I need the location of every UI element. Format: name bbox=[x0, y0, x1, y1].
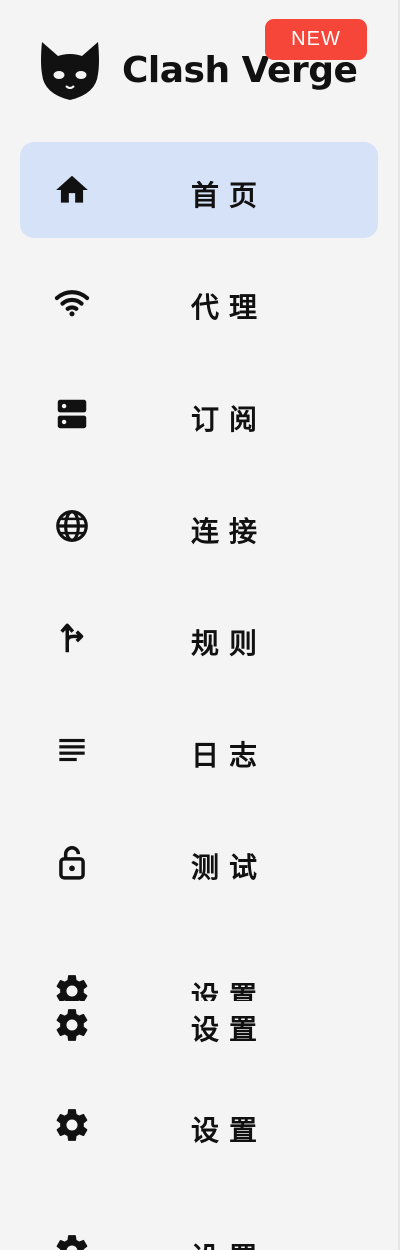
nav-item-proxies[interactable]: 代理 bbox=[20, 254, 378, 350]
globe-icon bbox=[53, 507, 91, 545]
nav-item-connections[interactable]: 连接 bbox=[20, 478, 378, 574]
nav-item-home[interactable]: 首页 bbox=[20, 142, 378, 238]
server-icon bbox=[53, 395, 91, 433]
nav-label-home: 首页 bbox=[191, 179, 268, 212]
nav-label-proxies: 代理 bbox=[191, 291, 268, 324]
nav-item-test[interactable]: 测试 bbox=[20, 814, 378, 910]
nav-item-rules[interactable]: 规则 bbox=[20, 590, 378, 686]
gear-icon bbox=[53, 1106, 91, 1144]
gear-icon bbox=[53, 1232, 91, 1250]
cat-logo-icon bbox=[38, 40, 102, 102]
nav-label-logs: 日志 bbox=[191, 739, 268, 772]
nav-item-logs[interactable]: 日志 bbox=[20, 702, 378, 798]
gear-icon bbox=[53, 1006, 91, 1044]
fork-arrow-icon bbox=[53, 619, 91, 657]
unlock-icon bbox=[53, 843, 91, 881]
nav-item-settings-bottom: 设置 bbox=[20, 1218, 378, 1250]
nav-label-connections: 连接 bbox=[191, 515, 268, 548]
nav-item-settings-transition[interactable]: 设置 bbox=[20, 978, 378, 1058]
nav-label-profiles: 订阅 bbox=[191, 403, 268, 436]
nav-label-rules: 规则 bbox=[191, 627, 268, 660]
nav-item-settings[interactable]: 设置 bbox=[20, 1077, 378, 1173]
nav-label-settings: 设置 bbox=[191, 1013, 268, 1046]
wifi-icon bbox=[53, 283, 91, 321]
nav-label-test: 测试 bbox=[191, 851, 268, 884]
nav-label-settings-main: 设置 bbox=[191, 1114, 268, 1147]
text-lines-icon bbox=[53, 731, 91, 769]
nav-item-profiles[interactable]: 订阅 bbox=[20, 366, 378, 462]
nav-label-settings-bottom: 设置 bbox=[191, 1236, 267, 1250]
home-icon bbox=[53, 171, 91, 209]
new-badge: NEW bbox=[265, 19, 367, 60]
